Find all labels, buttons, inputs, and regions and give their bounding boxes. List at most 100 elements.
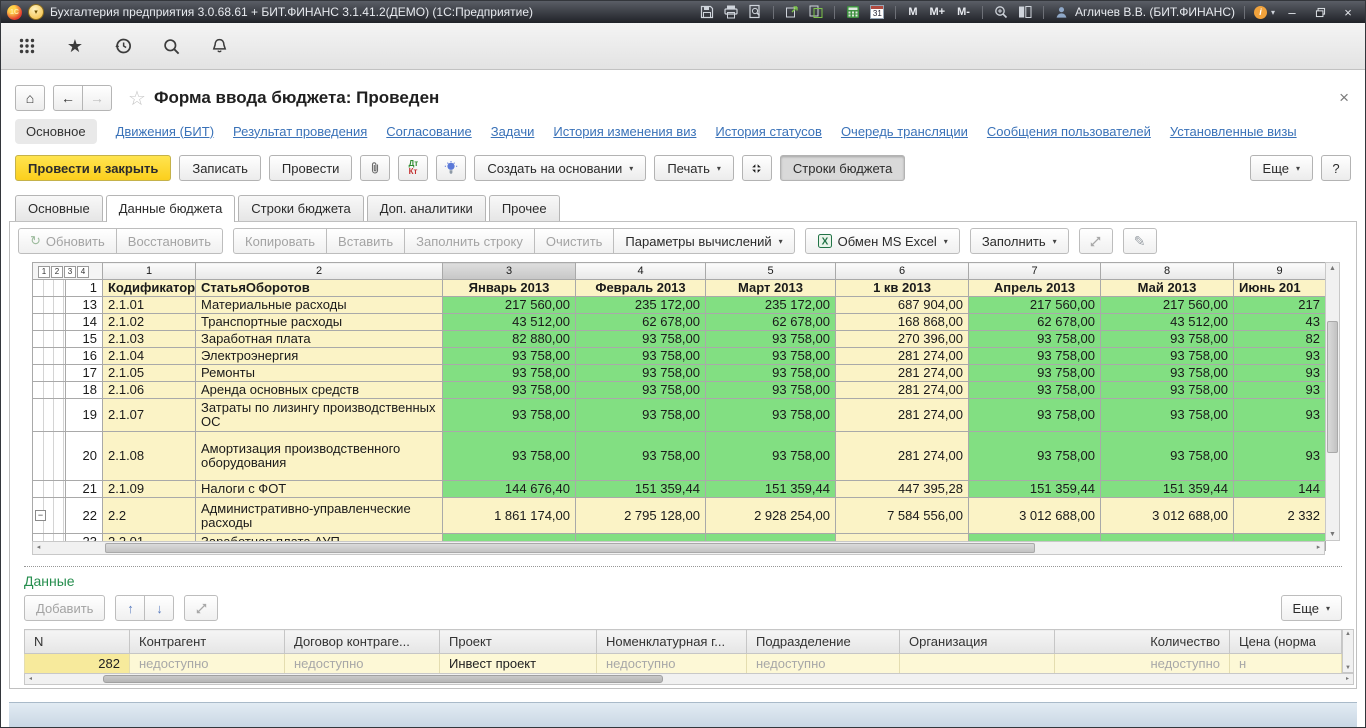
value-cell[interactable]: 144 bbox=[1234, 481, 1326, 498]
minimize-button[interactable]: – bbox=[1281, 4, 1303, 20]
grid-horizontal-scrollbar[interactable]: ◂ ▸ bbox=[32, 541, 1325, 555]
value-cell[interactable]: 281 274,00 bbox=[836, 365, 969, 382]
get-link-icon[interactable] bbox=[807, 4, 825, 20]
value-cell[interactable]: 2 795 128,00 bbox=[576, 498, 706, 534]
value-cell[interactable]: 93 758,00 bbox=[1101, 432, 1234, 481]
zoom-icon[interactable] bbox=[992, 4, 1010, 20]
value-cell[interactable]: 687 904,00 bbox=[836, 297, 969, 314]
post-button[interactable]: Провести bbox=[269, 155, 353, 181]
value-cell[interactable]: 93 758,00 bbox=[969, 365, 1101, 382]
memory-button[interactable]: M bbox=[905, 4, 920, 20]
value-cell[interactable]: 151 359,44 bbox=[969, 481, 1101, 498]
vertical-scroll-thumb[interactable] bbox=[1327, 321, 1338, 453]
set-order-button[interactable] bbox=[1079, 228, 1113, 254]
group-level-button[interactable]: 2 bbox=[51, 266, 63, 278]
article-cell[interactable]: Ремонты bbox=[196, 365, 443, 382]
value-cell[interactable]: 447 395,28 bbox=[836, 481, 969, 498]
article-cell[interactable]: Транспортные расходы bbox=[196, 314, 443, 331]
create-on-base-button[interactable]: Создать на основании▾ bbox=[474, 155, 646, 181]
value-cell[interactable]: 168 868,00 bbox=[836, 314, 969, 331]
goto-link-icon[interactable] bbox=[783, 4, 801, 20]
article-cell[interactable]: Амортизация производственного оборудован… bbox=[196, 432, 443, 481]
article-cell[interactable]: Налоги с ФОТ bbox=[196, 481, 443, 498]
value-cell[interactable]: 270 396,00 bbox=[836, 331, 969, 348]
value-cell[interactable]: 93 758,00 bbox=[576, 382, 706, 399]
codifier-cell[interactable]: 2.1.05 bbox=[103, 365, 196, 382]
value-cell[interactable]: 93 758,00 bbox=[443, 382, 576, 399]
system-menu-button[interactable]: ▾ bbox=[28, 4, 44, 20]
calc-params-button[interactable]: Параметры вычислений▾ bbox=[613, 228, 794, 254]
value-cell[interactable]: 93 758,00 bbox=[576, 348, 706, 365]
column-number-header[interactable]: 1 bbox=[103, 263, 196, 280]
codifier-cell[interactable]: 2.1.02 bbox=[103, 314, 196, 331]
value-cell[interactable]: 281 274,00 bbox=[836, 432, 969, 481]
nav-link[interactable]: Очередь трансляции bbox=[841, 124, 968, 139]
row-number[interactable]: 13 bbox=[66, 297, 103, 314]
value-cell[interactable]: 235 172,00 bbox=[576, 297, 706, 314]
column-header[interactable]: СтатьяОборотов bbox=[196, 280, 443, 297]
nav-link[interactable]: Согласование bbox=[386, 124, 471, 139]
value-cell[interactable]: 93 758,00 bbox=[576, 331, 706, 348]
favorite-star-icon[interactable]: ☆ bbox=[128, 86, 146, 111]
data-more-button[interactable]: Еще▾ bbox=[1281, 595, 1342, 621]
data-cell[interactable]: недоступно bbox=[597, 654, 747, 674]
value-cell[interactable]: 3 012 688,00 bbox=[1101, 498, 1234, 534]
column-number-header[interactable]: 2 bbox=[196, 263, 443, 280]
set-order-button[interactable] bbox=[184, 595, 218, 621]
collapse-group-button[interactable]: − bbox=[35, 510, 46, 521]
data-column-header[interactable]: Контрагент bbox=[130, 630, 285, 654]
data-column-header[interactable]: Цена (норма bbox=[1230, 630, 1342, 654]
column-header[interactable]: Февраль 2013 bbox=[576, 280, 706, 297]
row-number[interactable]: 16 bbox=[66, 348, 103, 365]
tab[interactable]: Данные бюджета bbox=[106, 195, 236, 222]
value-cell[interactable]: 93 758,00 bbox=[443, 432, 576, 481]
budget-lines-button[interactable]: Строки бюджета bbox=[780, 155, 905, 181]
move-down-button[interactable]: ↓ bbox=[144, 595, 174, 621]
value-cell[interactable]: 93 758,00 bbox=[969, 382, 1101, 399]
column-number-header[interactable]: 3 bbox=[443, 263, 576, 280]
value-cell[interactable]: 93 758,00 bbox=[443, 348, 576, 365]
scroll-left-icon[interactable]: ◂ bbox=[33, 542, 44, 554]
nav-link[interactable]: Установленные визы bbox=[1170, 124, 1297, 139]
value-cell[interactable]: 93 758,00 bbox=[443, 365, 576, 382]
value-cell[interactable]: 93 758,00 bbox=[1101, 331, 1234, 348]
scroll-right-icon[interactable]: ▸ bbox=[1342, 674, 1353, 684]
value-cell[interactable]: 217 560,00 bbox=[969, 297, 1101, 314]
history-icon[interactable] bbox=[113, 36, 133, 56]
fill-row-button[interactable]: Заполнить строку bbox=[404, 228, 535, 254]
value-cell[interactable]: 151 359,44 bbox=[576, 481, 706, 498]
tab[interactable]: Доп. аналитики bbox=[367, 195, 486, 221]
collapse-button[interactable] bbox=[742, 155, 772, 181]
nav-link[interactable]: История изменения виз bbox=[553, 124, 696, 139]
value-cell[interactable]: 93 bbox=[1234, 432, 1326, 481]
column-header[interactable]: Апрель 2013 bbox=[969, 280, 1101, 297]
scroll-down-icon[interactable]: ▼ bbox=[1326, 529, 1339, 540]
help-button[interactable]: ? bbox=[1321, 155, 1351, 181]
codifier-cell[interactable]: 2.1.01 bbox=[103, 297, 196, 314]
column-header[interactable]: Март 2013 bbox=[706, 280, 836, 297]
paste-button[interactable]: Вставить bbox=[326, 228, 405, 254]
value-cell[interactable]: 93 758,00 bbox=[969, 331, 1101, 348]
nav-link[interactable]: Сообщения пользователей bbox=[987, 124, 1151, 139]
group-level-button[interactable]: 3 bbox=[64, 266, 76, 278]
notifications-bell-icon[interactable] bbox=[209, 36, 229, 56]
copy-button[interactable]: Копировать bbox=[233, 228, 327, 254]
value-cell[interactable]: 93 758,00 bbox=[706, 399, 836, 432]
column-number-header[interactable]: 4 bbox=[576, 263, 706, 280]
value-cell[interactable]: 93 758,00 bbox=[1101, 399, 1234, 432]
value-cell[interactable]: 7 584 556,00 bbox=[836, 498, 969, 534]
nav-link[interactable]: Задачи bbox=[491, 124, 535, 139]
data-column-header[interactable]: Номенклатурная г... bbox=[597, 630, 747, 654]
column-header[interactable]: Кодификатор bbox=[103, 280, 196, 297]
value-cell[interactable]: 43 512,00 bbox=[1101, 314, 1234, 331]
codifier-cell[interactable]: 2.1.04 bbox=[103, 348, 196, 365]
value-cell[interactable]: 82 bbox=[1234, 331, 1326, 348]
scroll-left-icon[interactable]: ◂ bbox=[25, 674, 36, 684]
back-button[interactable]: ← bbox=[53, 85, 83, 111]
close-window-button[interactable]: × bbox=[1337, 4, 1359, 20]
column-header[interactable]: 1 кв 2013 bbox=[836, 280, 969, 297]
forward-button[interactable]: → bbox=[82, 85, 112, 111]
value-cell[interactable]: 93 bbox=[1234, 365, 1326, 382]
codifier-cell[interactable]: 2.1.07 bbox=[103, 399, 196, 432]
row-number[interactable]: 21 bbox=[66, 481, 103, 498]
